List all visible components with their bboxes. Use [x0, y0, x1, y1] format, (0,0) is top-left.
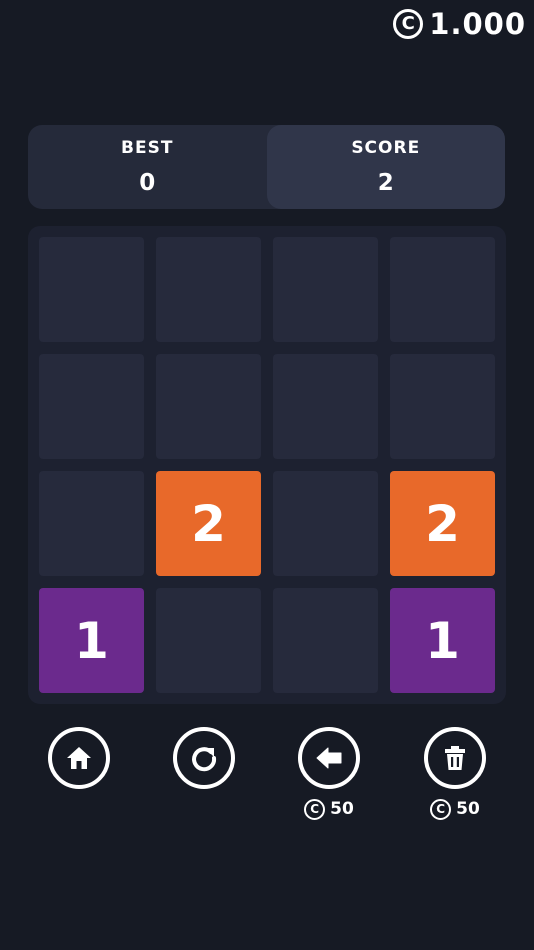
empty-cell — [390, 237, 495, 342]
trash-icon — [445, 746, 465, 770]
empty-cell — [39, 237, 144, 342]
empty-cell — [273, 471, 378, 576]
tile-2: 2 — [156, 471, 261, 576]
coin-icon: C — [304, 798, 326, 820]
delete-button[interactable] — [424, 727, 486, 789]
empty-cell — [156, 237, 261, 342]
undo-cost: C 50 — [304, 798, 354, 820]
empty-cell — [273, 354, 378, 459]
home-action — [48, 727, 110, 789]
home-button[interactable] — [48, 727, 110, 789]
coin-balance-value: 1.000 — [429, 7, 526, 41]
tile-1: 1 — [39, 588, 144, 693]
empty-cell — [39, 354, 144, 459]
score-panel: BEST 0 SCORE 2 — [28, 125, 505, 209]
restart-action — [173, 727, 235, 789]
empty-cell — [156, 354, 261, 459]
restart-icon — [192, 747, 217, 772]
undo-cost-value: 50 — [330, 799, 354, 819]
empty-cell — [156, 588, 261, 693]
empty-cell — [273, 237, 378, 342]
delete-cost: C 50 — [430, 798, 480, 820]
empty-cell — [390, 354, 495, 459]
restart-button[interactable] — [173, 727, 235, 789]
score-label: SCORE — [351, 138, 421, 158]
current-score-box: SCORE 2 — [266, 125, 505, 209]
empty-cell — [39, 471, 144, 576]
tile-1: 1 — [390, 588, 495, 693]
coin-balance: C 1.000 — [393, 6, 526, 42]
coin-icon: C — [393, 9, 424, 39]
best-score-box: BEST 0 — [28, 125, 267, 209]
empty-cell — [273, 588, 378, 693]
game-screen: C 1.000 BEST 0 SCORE 2 2211 C 50 C 50 — [0, 0, 534, 950]
home-icon — [67, 747, 91, 769]
undo-action: C 50 — [298, 727, 360, 820]
tile-2: 2 — [390, 471, 495, 576]
delete-action: C 50 — [424, 727, 486, 820]
delete-cost-value: 50 — [456, 799, 480, 819]
undo-button[interactable] — [298, 727, 360, 789]
score-value: 2 — [377, 170, 394, 196]
coin-icon: C — [430, 798, 452, 820]
best-label: BEST — [121, 138, 174, 158]
game-board[interactable]: 2211 — [28, 226, 506, 704]
best-value: 0 — [139, 170, 156, 196]
undo-icon — [316, 747, 342, 769]
